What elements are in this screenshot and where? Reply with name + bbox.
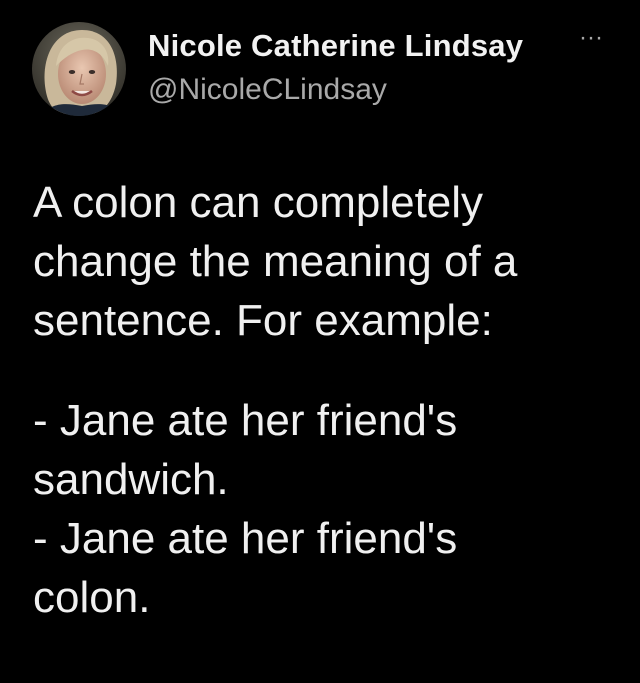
tweet-paragraph: - Jane ate her friend's sandwich. - Jane… <box>33 396 458 622</box>
profile-photo-icon <box>32 22 126 116</box>
tweet-card: Nicole Catherine Lindsay ··· @NicoleCLin… <box>0 0 640 683</box>
author-display-name[interactable]: Nicole Catherine Lindsay <box>148 28 523 64</box>
author-handle[interactable]: @NicoleCLindsay <box>148 73 387 107</box>
tweet-text: A colon can completely change the meanin… <box>33 173 623 627</box>
more-options-icon: ··· <box>579 24 603 51</box>
more-options-button[interactable]: ··· <box>578 26 604 54</box>
tweet-paragraph: A colon can completely change the meanin… <box>33 178 518 345</box>
author-avatar[interactable] <box>32 22 126 116</box>
